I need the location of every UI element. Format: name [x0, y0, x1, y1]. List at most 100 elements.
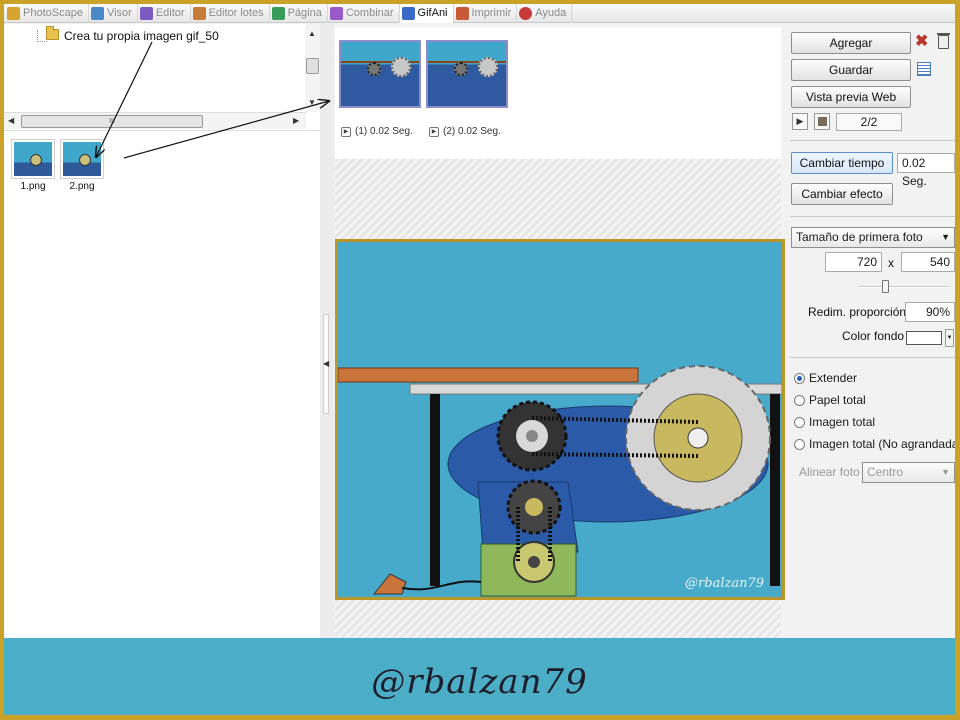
machine-illustration: [338, 365, 782, 597]
save-button[interactable]: Guardar: [791, 59, 911, 81]
resize-ratio-label: Redim. proporción: [808, 305, 907, 319]
tab-gifani[interactable]: GifAni: [399, 4, 454, 23]
frame-label[interactable]: ▶ (2) 0.02 Seg.: [429, 126, 501, 137]
resize-ratio-field[interactable]: 90%: [905, 302, 955, 322]
app-window: PhotoScape Visor Editor Editor lotes Pág…: [4, 4, 955, 715]
chevron-down-icon: ▼: [941, 232, 950, 242]
tab-editor-lotes[interactable]: Editor lotes: [191, 4, 270, 23]
tab-imprimir[interactable]: Imprimir: [454, 4, 518, 23]
size-slider[interactable]: [859, 286, 949, 288]
size-mode-select[interactable]: Tamaño de primera foto ▼: [791, 227, 955, 248]
bg-color-swatch[interactable]: [906, 331, 942, 345]
divider: [790, 216, 955, 217]
radio-button[interactable]: [794, 372, 805, 384]
tab-label: Página: [287, 7, 322, 19]
tree-vertical-scrollbar[interactable]: ▲ ▼: [305, 24, 320, 112]
help-icon: [519, 6, 533, 20]
tab-editor[interactable]: Editor: [138, 4, 191, 23]
collapse-left-icon[interactable]: ◀: [323, 359, 329, 368]
scroll-right-icon[interactable]: ▶: [293, 116, 299, 125]
print-icon: [455, 6, 469, 20]
tab-ayuda[interactable]: Ayuda: [517, 4, 573, 23]
radio-imagen-total[interactable]: Imagen total: [794, 415, 875, 429]
frame-thumbnail[interactable]: [426, 40, 508, 108]
tab-label: Ayuda: [535, 7, 567, 19]
file-item[interactable]: 2.png: [59, 139, 105, 192]
play-icon[interactable]: ▶: [792, 113, 808, 130]
frame-thumbnail[interactable]: [339, 40, 421, 108]
scroll-thumb[interactable]: [306, 58, 319, 74]
radio-imagen-total-no-agrandada[interactable]: Imagen total (No agrandada): [794, 437, 955, 451]
change-effect-button[interactable]: Cambiar efecto: [791, 183, 893, 205]
height-field[interactable]: 540: [901, 252, 955, 272]
trash-icon[interactable]: [937, 33, 950, 49]
radio-button[interactable]: [794, 416, 805, 428]
scroll-left-icon[interactable]: ◀: [8, 116, 14, 125]
select-value: Centro: [867, 465, 904, 479]
bg-color-label: Color fondo: [842, 329, 905, 343]
change-time-button[interactable]: Cambiar tiempo: [791, 152, 893, 174]
frame-label[interactable]: ▶ (1) 0.02 Seg.: [341, 126, 413, 137]
radio-label: Imagen total: [809, 415, 876, 429]
radio-extender[interactable]: Extender: [794, 371, 857, 385]
banner-signature: @rbalzan79: [371, 662, 588, 702]
slider-thumb[interactable]: [882, 280, 889, 293]
scroll-down-icon[interactable]: ▼: [308, 98, 316, 107]
tab-label: Imprimir: [471, 7, 512, 19]
animation-preview: @rbalzan79: [335, 239, 785, 600]
panel-splitter[interactable]: ◀: [320, 24, 334, 638]
folder-icon: [46, 26, 59, 40]
radio-button[interactable]: [794, 394, 805, 406]
folder-tree: Crea tu propia imagen gif_50 ▲ ▼: [4, 24, 320, 112]
batch-editor-icon: [192, 6, 206, 20]
tab-photoscape[interactable]: PhotoScape: [5, 4, 89, 23]
radio-papel-total[interactable]: Papel total: [794, 393, 866, 407]
viewer-icon: [90, 6, 104, 20]
select-value: Tamaño de primera foto: [796, 230, 923, 244]
file-thumbnail[interactable]: [60, 139, 104, 179]
scroll-thumb[interactable]: III: [21, 115, 203, 128]
frame-time-label: (2) 0.02 Seg.: [443, 126, 501, 137]
file-name: 1.png: [20, 181, 46, 192]
right-control-panel: Agregar ✖ Guardar Vista previa Web ▶ 2/2…: [785, 24, 955, 638]
page-icon: [271, 6, 285, 20]
frame-counter: 2/2: [836, 113, 902, 131]
align-label: Alinear foto: [799, 465, 860, 479]
list-icon[interactable]: [917, 62, 931, 76]
frames-strip: ▶ (1) 0.02 Seg. ▶ (2) 0.02 Seg.: [335, 27, 781, 159]
tab-label: Combinar: [345, 7, 394, 19]
tab-visor[interactable]: Visor: [89, 4, 138, 23]
tab-combinar[interactable]: Combinar: [328, 4, 400, 23]
stop-icon[interactable]: [814, 113, 830, 130]
tab-label: GifAni: [417, 7, 448, 19]
file-thumbnail[interactable]: [11, 139, 55, 179]
bottom-banner: @rbalzan79: [4, 638, 955, 715]
tab-pagina[interactable]: Página: [270, 4, 328, 23]
file-item[interactable]: 1.png: [10, 139, 56, 192]
tab-label: Visor: [106, 7, 132, 19]
tab-label: PhotoScape: [23, 7, 83, 19]
align-select[interactable]: Centro ▼: [862, 462, 955, 483]
photoscape-icon: [7, 6, 20, 20]
time-field[interactable]: 0.02 Seg.: [897, 153, 955, 188]
divider: [790, 357, 955, 358]
delete-icon[interactable]: ✖: [915, 31, 928, 51]
preview-background: [335, 600, 781, 638]
preview-watermark: @rbalzan79: [685, 576, 764, 591]
frame-time-label: (1) 0.02 Seg.: [355, 126, 413, 137]
play-icon: ▶: [341, 126, 351, 137]
scroll-up-icon[interactable]: ▲: [308, 29, 316, 38]
play-icon: ▶: [429, 126, 439, 137]
add-button[interactable]: Agregar: [791, 32, 911, 54]
chevron-down-icon[interactable]: ▼: [945, 329, 954, 347]
tree-horizontal-scrollbar[interactable]: ◀ III ▶: [4, 112, 306, 129]
radio-button[interactable]: [794, 438, 805, 450]
main-tab-bar: PhotoScape Visor Editor Editor lotes Pág…: [4, 4, 955, 23]
tab-label: Editor lotes: [208, 7, 264, 19]
web-preview-button[interactable]: Vista previa Web: [791, 86, 911, 108]
file-name: 2.png: [69, 181, 95, 192]
tree-item-folder[interactable]: Crea tu propia imagen gif_50: [64, 29, 219, 43]
width-field[interactable]: 720: [825, 252, 882, 272]
chevron-down-icon: ▼: [941, 467, 950, 477]
combine-icon: [329, 6, 343, 20]
